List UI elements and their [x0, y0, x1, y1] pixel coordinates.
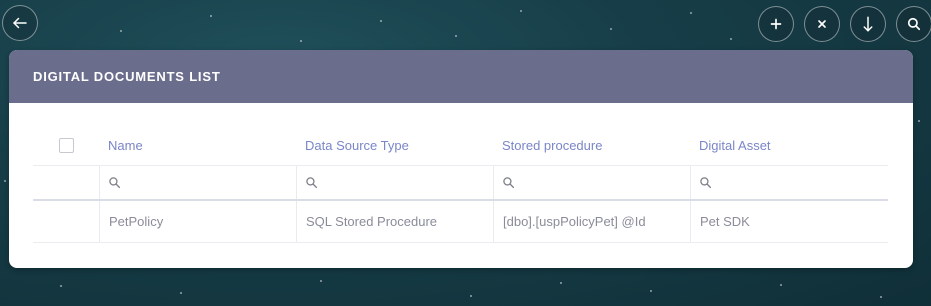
arrow-left-icon: [11, 14, 29, 32]
cell-stored-procedure: [dbo].[uspPolicyPet] @Id: [493, 201, 690, 242]
arrow-down-icon: [859, 15, 877, 33]
close-button[interactable]: [804, 6, 840, 42]
table-row[interactable]: PetPolicy SQL Stored Procedure [dbo].[us…: [33, 201, 888, 243]
documents-table: Name Data Source Type Stored procedure D…: [33, 125, 888, 243]
search-button[interactable]: [896, 6, 931, 42]
search-icon: [502, 176, 515, 189]
search-icon: [699, 176, 712, 189]
filter-data-source-type[interactable]: [296, 166, 493, 199]
column-header-digital-asset[interactable]: Digital Asset: [690, 138, 887, 153]
column-header-name[interactable]: Name: [99, 138, 296, 153]
select-all-cell: [33, 137, 99, 153]
cell-data-source-type: SQL Stored Procedure: [296, 201, 493, 242]
back-button[interactable]: [2, 5, 38, 41]
select-all-checkbox[interactable]: [59, 137, 74, 153]
column-header-data-source-type[interactable]: Data Source Type: [296, 138, 493, 153]
add-button[interactable]: [758, 6, 794, 42]
search-icon: [905, 15, 923, 33]
digital-documents-card: DIGITAL DOCUMENTS LIST Name Data Source …: [9, 50, 913, 268]
search-icon: [305, 176, 318, 189]
filter-row: [33, 166, 888, 201]
column-header-stored-procedure[interactable]: Stored procedure: [493, 138, 690, 153]
cell-name: PetPolicy: [99, 201, 296, 242]
search-icon: [108, 176, 121, 189]
table-header-row: Name Data Source Type Stored procedure D…: [33, 125, 888, 166]
download-button[interactable]: [850, 6, 886, 42]
filter-name[interactable]: [99, 166, 296, 199]
row-select-cell: [33, 201, 99, 242]
filter-spacer: [33, 166, 99, 199]
close-icon: [813, 15, 831, 33]
filter-stored-procedure[interactable]: [493, 166, 690, 199]
card-title: DIGITAL DOCUMENTS LIST: [33, 69, 221, 84]
filter-digital-asset[interactable]: [690, 166, 887, 199]
cell-digital-asset: Pet SDK: [690, 201, 887, 242]
card-header: DIGITAL DOCUMENTS LIST: [9, 50, 913, 103]
plus-icon: [767, 15, 785, 33]
